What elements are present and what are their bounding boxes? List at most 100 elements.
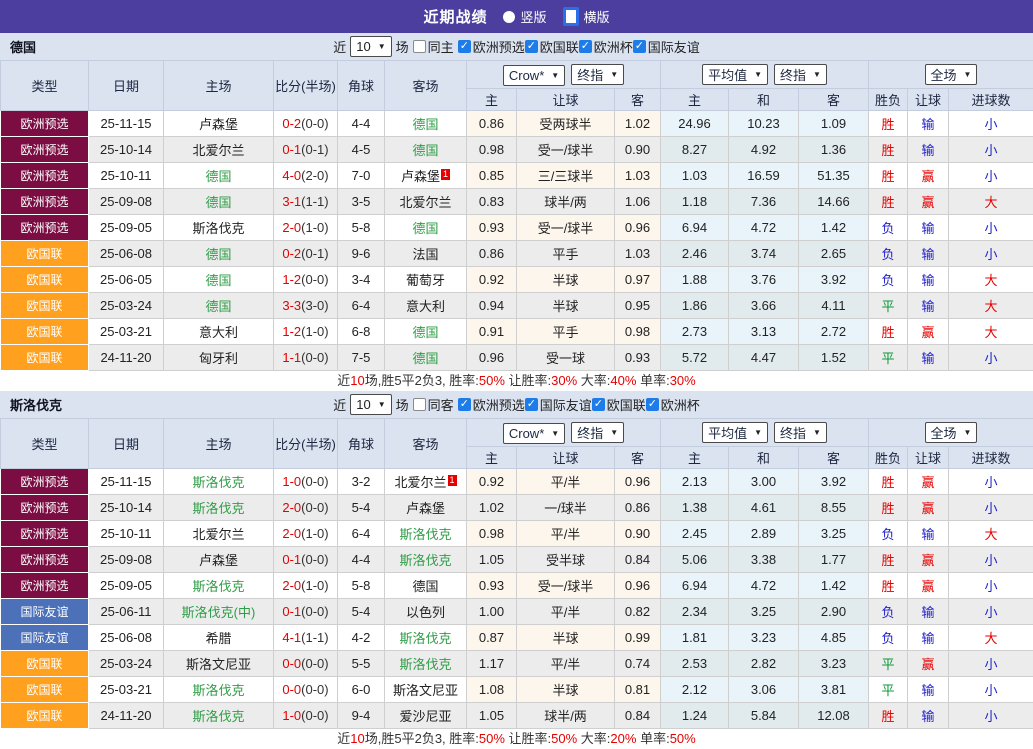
corners: 5-5: [338, 651, 385, 677]
away-team-name: 意大利: [406, 299, 445, 314]
score: 0-2(0-1): [274, 241, 338, 267]
result-goals: 小: [949, 345, 1033, 371]
avg-home: 2.13: [661, 469, 729, 495]
avg-type-select[interactable]: 平均值▼: [702, 422, 768, 443]
chevron-down-icon: ▼: [813, 70, 821, 79]
handicap: 球半/两: [517, 189, 615, 215]
result-handicap: 赢: [908, 319, 949, 345]
league-filter-checkbox[interactable]: 欧洲杯: [646, 395, 700, 414]
match-date: 25-11-15: [89, 469, 164, 495]
recent-count-select[interactable]: 10▼: [350, 394, 391, 415]
radio-horizontal-label: 横版: [584, 7, 610, 26]
handicap: 半球: [517, 677, 615, 703]
match-date: 25-10-11: [89, 521, 164, 547]
score: 2-0(1-0): [274, 573, 338, 599]
sub-column-header: 和: [729, 447, 799, 469]
result-handicap: 输: [908, 521, 949, 547]
avg-away: 1.09: [799, 111, 869, 137]
column-header: 日期: [89, 61, 164, 111]
corners: 4-4: [338, 547, 385, 573]
match-type: 欧国联: [1, 293, 89, 319]
away-team: 法国: [385, 241, 467, 267]
avg-away: 3.25: [799, 521, 869, 547]
result-handicap: 输: [908, 111, 949, 137]
odds-away: 0.99: [615, 625, 661, 651]
result-handicap: 赢: [908, 651, 949, 677]
corners: 6-4: [338, 521, 385, 547]
result-outcome: 胜: [869, 703, 908, 729]
avg-away: 4.11: [799, 293, 869, 319]
handicap: 球半/两: [517, 703, 615, 729]
scope-group-header: 全场▼: [869, 61, 1033, 89]
match-date: 25-10-14: [89, 495, 164, 521]
score: 1-1(0-0): [274, 345, 338, 371]
match-date: 24-11-20: [89, 703, 164, 729]
match-type: 欧国联: [1, 651, 89, 677]
handicap: 平手: [517, 241, 615, 267]
same-venue-checkbox[interactable]: 同客: [413, 395, 454, 414]
section-germany: 德国 近 10▼ 场 同主 欧洲预选欧国联欧洲杯国际友谊 类型日期主场比分(半场…: [0, 33, 1033, 391]
odds-time-select[interactable]: 终指▼: [571, 64, 624, 85]
corners: 5-8: [338, 215, 385, 241]
odds-time-select[interactable]: 终指▼: [571, 422, 624, 443]
scope-select[interactable]: 全场▼: [925, 422, 978, 443]
chevron-down-icon: ▼: [610, 428, 618, 437]
home-team: 斯洛伐克: [164, 215, 274, 241]
match-type: 欧洲预选: [1, 547, 89, 573]
league-filter-checkbox[interactable]: 欧国联: [592, 395, 646, 414]
home-team-name: 斯洛文尼亚: [186, 657, 251, 672]
avg-home: 2.53: [661, 651, 729, 677]
layout-radio-vertical[interactable]: 竖版: [503, 7, 546, 26]
match-type: 欧洲预选: [1, 111, 89, 137]
away-team-name: 德国: [412, 221, 438, 236]
scope-select[interactable]: 全场▼: [925, 64, 978, 85]
odds-home: 0.98: [467, 521, 517, 547]
avg-time-select[interactable]: 终指▼: [774, 422, 827, 443]
avg-time-select[interactable]: 终指▼: [774, 64, 827, 85]
halftime-score: (1-0): [301, 578, 328, 593]
home-team: 斯洛文尼亚: [164, 651, 274, 677]
result-goals: 小: [949, 703, 1033, 729]
odds-home: 0.93: [467, 215, 517, 241]
league-filter-checkbox[interactable]: 国际友谊: [525, 395, 592, 414]
summary-part: 50%: [479, 373, 505, 388]
corners: 5-4: [338, 495, 385, 521]
recent-count-select[interactable]: 10▼: [350, 36, 391, 57]
layout-radio-horizontal[interactable]: 横版: [563, 7, 610, 26]
team-name: 德国: [10, 37, 36, 56]
away-team: 斯洛伐克: [385, 651, 467, 677]
summary-part: 单率:: [636, 373, 669, 388]
sub-column-header: 主: [661, 89, 729, 111]
league-filter-label: 欧国联: [607, 395, 646, 414]
odds-home: 0.85: [467, 163, 517, 189]
odds-away: 0.96: [615, 573, 661, 599]
match-type: 国际友谊: [1, 599, 89, 625]
same-venue-checkbox[interactable]: 同主: [413, 37, 454, 56]
avg-type-select-value: 平均值: [708, 423, 747, 442]
league-filter-checkbox[interactable]: 欧国联: [525, 37, 579, 56]
odds-source-select[interactable]: Crow*▼: [503, 65, 565, 86]
filter-recent-label: 近: [333, 37, 346, 56]
home-team: 德国: [164, 293, 274, 319]
match-date: 25-06-08: [89, 625, 164, 651]
halftime-score: (0-1): [301, 142, 328, 157]
sub-column-header: 让球: [908, 447, 949, 469]
chevron-down-icon: ▼: [551, 429, 559, 438]
match-type: 欧洲预选: [1, 189, 89, 215]
result-outcome: 负: [869, 599, 908, 625]
halftime-score: (1-0): [301, 324, 328, 339]
league-filter-checkbox[interactable]: 国际友谊: [633, 37, 700, 56]
league-filter-checkbox[interactable]: 欧洲杯: [579, 37, 633, 56]
handicap: 受一/球半: [517, 573, 615, 599]
odds-away: 1.06: [615, 189, 661, 215]
avg-type-select[interactable]: 平均值▼: [702, 64, 768, 85]
handicap: 平/半: [517, 651, 615, 677]
home-team-name: 卢森堡: [199, 553, 238, 568]
match-type: 国际友谊: [1, 625, 89, 651]
table-row: 欧国联24-11-20斯洛伐克1-0(0-0)9-4爱沙尼亚1.05球半/两0.…: [1, 703, 1033, 729]
league-filter-checkbox[interactable]: 欧洲预选: [458, 395, 525, 414]
match-type: 欧洲预选: [1, 137, 89, 163]
match-type: 欧洲预选: [1, 573, 89, 599]
league-filter-checkbox[interactable]: 欧洲预选: [458, 37, 525, 56]
odds-source-select[interactable]: Crow*▼: [503, 423, 565, 444]
